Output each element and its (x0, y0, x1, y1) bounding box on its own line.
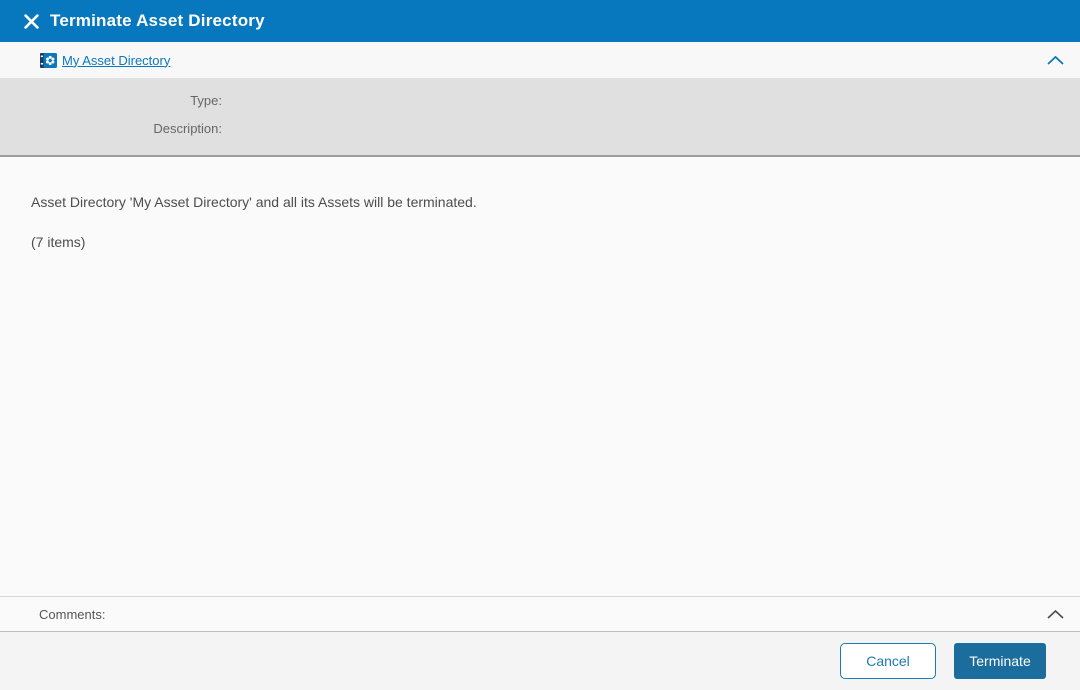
dialog-title: Terminate Asset Directory (50, 11, 265, 30)
cancel-button[interactable]: Cancel (840, 643, 936, 679)
property-row-description: Description: (0, 114, 1080, 142)
property-row-type: Type: (0, 86, 1080, 114)
asset-panel-collapse-chevron-up-icon[interactable] (1045, 53, 1065, 67)
close-icon[interactable] (22, 12, 40, 30)
dialog-footer: Cancel Terminate (0, 631, 1080, 690)
description-label: Description: (153, 120, 222, 136)
comments-section-header: Comments: (0, 596, 1080, 631)
type-label: Type: (190, 92, 222, 108)
message-area: Asset Directory 'My Asset Directory' and… (0, 157, 1080, 596)
termination-message: Asset Directory 'My Asset Directory' and… (31, 194, 477, 210)
comments-collapse-chevron-up-icon[interactable] (1045, 607, 1065, 621)
asset-directory-link[interactable]: My Asset Directory (62, 53, 170, 68)
terminate-button[interactable]: Terminate (954, 643, 1046, 679)
close-x-glyph (23, 13, 39, 29)
terminate-asset-directory-dialog: Terminate Asset Directory My Asset Direc… (0, 0, 1080, 690)
asset-directory-icon (40, 52, 57, 69)
properties-panel: Type: Description: (0, 78, 1080, 157)
asset-directory-header-row: My Asset Directory (0, 42, 1080, 78)
comments-label: Comments: (39, 606, 106, 622)
dialog-titlebar: Terminate Asset Directory (0, 0, 1080, 42)
items-count: (7 items) (31, 234, 86, 251)
